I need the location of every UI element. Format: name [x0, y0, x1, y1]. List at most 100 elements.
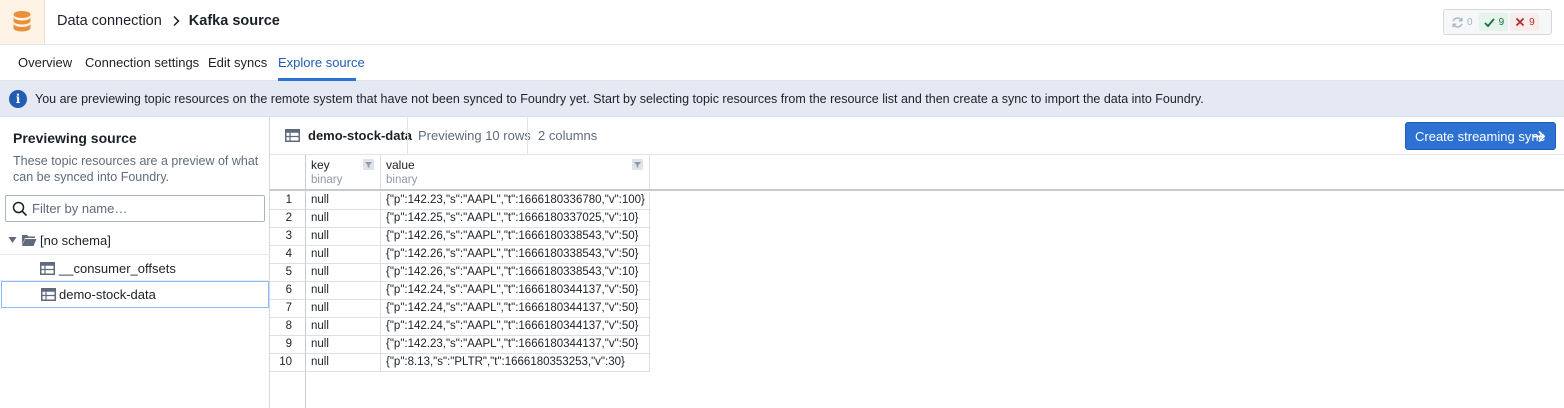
- arrow-right-icon: [1533, 130, 1546, 143]
- toolbar-divider: [407, 117, 408, 155]
- failed-status[interactable]: 9: [1510, 13, 1539, 31]
- table-row: 3 null {"p":142.26,"s":"AAPL","t":166618…: [270, 228, 650, 246]
- key-cell[interactable]: null: [306, 318, 381, 336]
- value-cell[interactable]: {"p":142.26,"s":"AAPL","t":1666180338543…: [381, 228, 650, 246]
- tab-overview[interactable]: Overview: [18, 55, 72, 70]
- source-sidebar: Previewing source These topic resources …: [0, 117, 270, 408]
- table-header: key binary value binary: [270, 155, 1564, 191]
- preview-toolbar: demo-stock-data Previewing 10 rows 2 col…: [270, 117, 1564, 155]
- create-streaming-sync-button[interactable]: Create streaming sync: [1405, 122, 1556, 150]
- tab-connection-settings[interactable]: Connection settings: [85, 55, 199, 70]
- caret-down-icon[interactable]: [8, 236, 17, 244]
- column-name: key: [311, 158, 330, 172]
- check-icon: [1483, 17, 1495, 27]
- table-row: 6 null {"p":142.24,"s":"AAPL","t":166618…: [270, 282, 650, 300]
- toolbar-divider: [527, 117, 528, 155]
- row-number: 8: [270, 318, 306, 336]
- failed-count: 9: [1529, 16, 1535, 28]
- callout-text: You are previewing topic resources on th…: [35, 92, 1204, 106]
- table-row: 2 null {"p":142.25,"s":"AAPL","t":166618…: [270, 210, 650, 228]
- row-number: 4: [270, 246, 306, 264]
- value-cell[interactable]: {"p":142.26,"s":"AAPL","t":1666180338543…: [381, 264, 650, 282]
- resource-item[interactable]: __consumer_offsets: [0, 254, 270, 281]
- preview-table: key binary value binary 1 null {"p":142.…: [270, 155, 1564, 408]
- schema-node[interactable]: [no schema]: [0, 227, 270, 254]
- value-cell[interactable]: {"p":142.24,"s":"AAPL","t":1666180344137…: [381, 318, 650, 336]
- succeeded-status[interactable]: 9: [1478, 13, 1509, 31]
- value-cell[interactable]: {"p":142.25,"s":"AAPL","t":1666180337025…: [381, 210, 650, 228]
- schema-label: [no schema]: [40, 233, 111, 248]
- sidebar-title: Previewing source: [13, 130, 137, 146]
- table-row: 4 null {"p":142.26,"s":"AAPL","t":166618…: [270, 246, 650, 264]
- table-row: 5 null {"p":142.26,"s":"AAPL","t":166618…: [270, 264, 650, 282]
- syncing-count: 0: [1467, 16, 1473, 28]
- key-cell[interactable]: null: [306, 354, 381, 372]
- row-number: 2: [270, 210, 306, 228]
- create-button-label: Create streaming sync: [1415, 128, 1546, 144]
- row-number: 3: [270, 228, 306, 246]
- table-row: 8 null {"p":142.24,"s":"AAPL","t":166618…: [270, 318, 650, 336]
- succeeded-count: 9: [1498, 16, 1505, 28]
- value-cell[interactable]: {"p":8.13,"s":"PLTR","t":1666180353253,"…: [381, 354, 650, 372]
- preview-panel: demo-stock-data Previewing 10 rows 2 col…: [270, 117, 1564, 408]
- tab-explore-source[interactable]: Explore source: [278, 55, 365, 70]
- rows-count: Previewing 10 rows: [418, 128, 531, 143]
- table-row: 9 null {"p":142.23,"s":"AAPL","t":166618…: [270, 336, 650, 354]
- key-cell[interactable]: null: [306, 192, 381, 210]
- key-cell[interactable]: null: [306, 336, 381, 354]
- column-header-key[interactable]: key binary: [306, 155, 381, 189]
- table-row: 7 null {"p":142.24,"s":"AAPL","t":166618…: [270, 300, 650, 318]
- key-cell[interactable]: null: [306, 210, 381, 228]
- resource-label: demo-stock-data: [59, 287, 156, 302]
- column-type: binary: [386, 174, 418, 186]
- column-header-value[interactable]: value binary: [381, 155, 650, 189]
- corner-cell: [270, 155, 306, 189]
- table-icon: [285, 129, 300, 142]
- columns-count: 2 columns: [538, 128, 598, 143]
- column-name: value: [386, 158, 415, 172]
- sidebar-description: These topic resources are a preview of w…: [13, 154, 259, 184]
- resource-item-selected[interactable]: demo-stock-data: [1, 281, 269, 308]
- column-type: binary: [311, 174, 343, 186]
- table-row: 10 null {"p":8.13,"s":"PLTR","t":1666180…: [270, 354, 650, 372]
- value-cell[interactable]: {"p":142.24,"s":"AAPL","t":1666180344137…: [381, 282, 650, 300]
- table-icon: [41, 288, 56, 301]
- refresh-icon: [1452, 16, 1463, 28]
- key-cell[interactable]: null: [306, 282, 381, 300]
- database-icon[interactable]: [0, 0, 45, 44]
- key-cell[interactable]: null: [306, 246, 381, 264]
- filter-field[interactable]: [5, 195, 265, 222]
- table-icon: [40, 262, 55, 275]
- filter-icon[interactable]: [363, 159, 374, 170]
- row-number: 1: [270, 192, 306, 210]
- table-row: 1 null {"p":142.23,"s":"AAPL","t":166618…: [270, 192, 650, 210]
- row-number: 5: [270, 264, 306, 282]
- filter-input[interactable]: [32, 199, 260, 218]
- tab-bar: Overview Connection settings Edit syncs …: [0, 45, 1564, 81]
- dataset-name: demo-stock-data: [308, 128, 413, 143]
- tab-edit-syncs[interactable]: Edit syncs: [208, 55, 267, 70]
- info-icon: i: [9, 90, 27, 108]
- syncing-status[interactable]: 0: [1447, 13, 1477, 31]
- filter-icon[interactable]: [632, 159, 643, 170]
- chevron-right-icon: [172, 15, 180, 27]
- value-cell[interactable]: {"p":142.23,"s":"AAPL","t":1666180336780…: [381, 192, 650, 210]
- key-cell[interactable]: null: [306, 300, 381, 318]
- search-icon: [12, 201, 28, 217]
- sync-status-group[interactable]: 0 9 9: [1443, 9, 1552, 35]
- key-cell[interactable]: null: [306, 264, 381, 282]
- app-header: Data connection Kafka source 0 9 9: [0, 0, 1564, 45]
- value-cell[interactable]: {"p":142.23,"s":"AAPL","t":1666180344137…: [381, 336, 650, 354]
- value-cell[interactable]: {"p":142.24,"s":"AAPL","t":1666180344137…: [381, 300, 650, 318]
- breadcrumb: Data connection Kafka source: [57, 13, 280, 29]
- info-callout: i You are previewing topic resources on …: [0, 81, 1564, 117]
- row-number: 9: [270, 336, 306, 354]
- value-cell[interactable]: {"p":142.26,"s":"AAPL","t":1666180338543…: [381, 246, 650, 264]
- row-number: 10: [270, 354, 306, 372]
- breadcrumb-current: Kafka source: [188, 13, 280, 29]
- key-cell[interactable]: null: [306, 228, 381, 246]
- folder-open-icon: [22, 235, 37, 246]
- row-number: 6: [270, 282, 306, 300]
- resource-label: __consumer_offsets: [59, 261, 176, 276]
- breadcrumb-parent[interactable]: Data connection: [57, 13, 162, 29]
